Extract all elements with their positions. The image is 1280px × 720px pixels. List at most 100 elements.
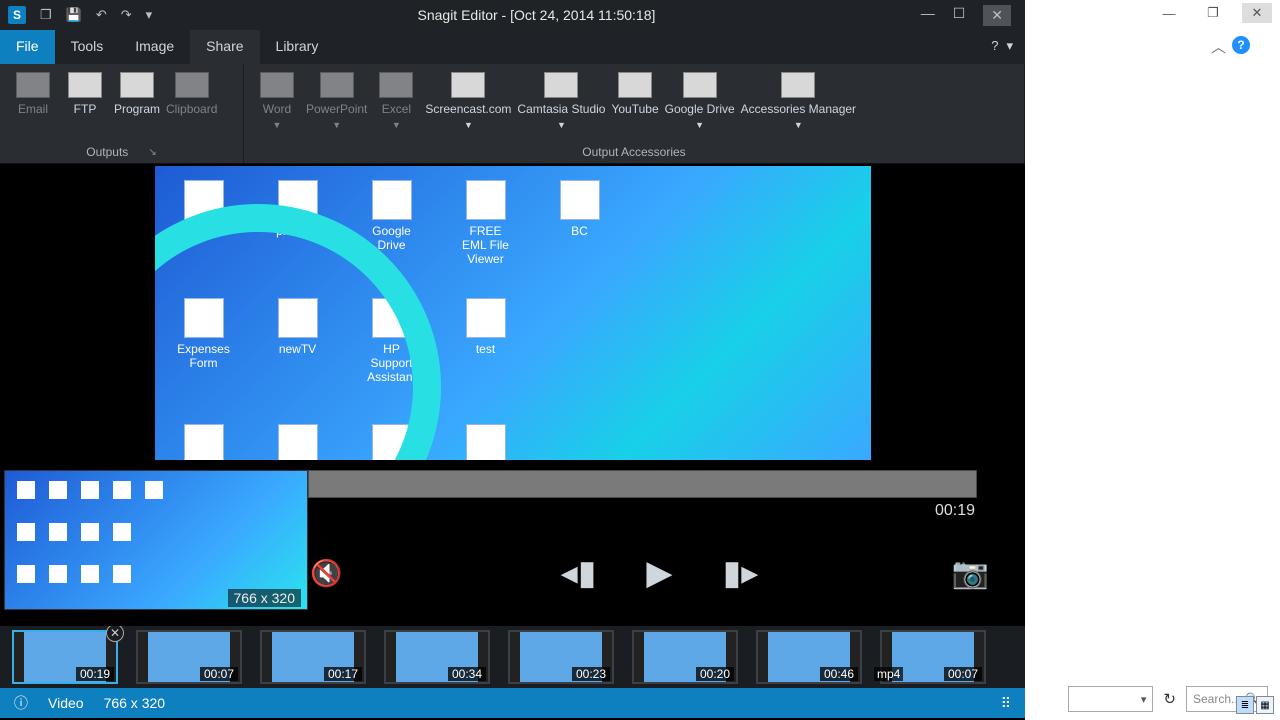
tray-item[interactable]: 00:20 bbox=[632, 630, 738, 684]
qat-undo-icon[interactable]: ↶ bbox=[96, 7, 107, 23]
bg-help-icon[interactable]: ? bbox=[1232, 36, 1250, 54]
bg-collapse-icon[interactable]: ︿ bbox=[1211, 36, 1226, 57]
tray-time: 00:19 bbox=[76, 667, 114, 681]
ribbon-email-button[interactable]: Email bbox=[10, 72, 56, 143]
qat-save-icon[interactable]: 💾 bbox=[66, 7, 82, 23]
bg-maximize-button[interactable]: ❐ bbox=[1198, 3, 1228, 23]
play-button[interactable]: ▶ bbox=[646, 553, 672, 593]
desktop-icon[interactable] bbox=[179, 424, 229, 460]
outputs-dialog-icon[interactable]: ↘ bbox=[148, 147, 156, 158]
tray-time: 00:07 bbox=[200, 667, 238, 681]
acc-icon bbox=[781, 72, 815, 98]
ribbon-program-button[interactable]: Program bbox=[114, 72, 160, 143]
ribbon-label: Email bbox=[18, 102, 48, 116]
ribbon-acc-button[interactable]: Accessories Manager▼ bbox=[741, 72, 856, 143]
desktop-icon[interactable]: picture1 bbox=[273, 180, 323, 266]
tray-item[interactable]: 00:17 bbox=[260, 630, 366, 684]
desktop-icon[interactable] bbox=[461, 424, 511, 460]
file-icon bbox=[372, 180, 412, 220]
desktop-icon[interactable]: BC bbox=[555, 180, 605, 266]
ribbon-group-outputs: Outputs bbox=[86, 145, 128, 159]
step-forward-button[interactable]: ▮▸ bbox=[723, 553, 759, 593]
volume-icon[interactable]: 🔇 bbox=[310, 558, 342, 589]
desktop-icon[interactable]: newTV bbox=[273, 298, 323, 384]
bg-view-grid-icon[interactable]: ▦ bbox=[1256, 696, 1274, 714]
help-dropdown-icon[interactable]: ▾ bbox=[1006, 38, 1013, 56]
cams-icon bbox=[544, 72, 578, 98]
tray-time: 00:23 bbox=[572, 667, 610, 681]
desktop-icon[interactable]: Google Drive bbox=[367, 180, 417, 266]
ribbon-excel-button[interactable]: Excel▼ bbox=[373, 72, 419, 143]
tray-item[interactable]: 00:23 bbox=[508, 630, 614, 684]
file-icon bbox=[184, 424, 224, 460]
ribbon-word-button[interactable]: Word▼ bbox=[254, 72, 300, 143]
seek-bar[interactable] bbox=[308, 470, 977, 498]
icon-label: Google Drive bbox=[367, 224, 417, 252]
tab-file[interactable]: File bbox=[0, 30, 55, 64]
tray-item[interactable]: 00:34 bbox=[384, 630, 490, 684]
video-preview[interactable]: Paint.NET picture1 Google Drive FREE EML Fi… bbox=[155, 166, 871, 460]
file-icon bbox=[184, 298, 224, 338]
tray-item[interactable]: 00:19✕ bbox=[12, 630, 118, 684]
bg-view-list-icon[interactable]: ≣ bbox=[1236, 696, 1254, 714]
ribbon-label: Google Drive bbox=[665, 102, 735, 116]
desktop-icon[interactable]: FREE EML File Viewer bbox=[461, 180, 511, 266]
ribbon-cams-button[interactable]: Camtasia Studio▼ bbox=[517, 72, 605, 143]
ribbon-ppt-button[interactable]: PowerPoint▼ bbox=[306, 72, 367, 143]
ribbon-label: Accessories Manager bbox=[741, 102, 856, 116]
file-icon bbox=[184, 180, 224, 220]
ribbon-yt-button[interactable]: YouTube bbox=[611, 72, 658, 143]
tab-tools[interactable]: Tools bbox=[55, 30, 120, 64]
mini-preview[interactable]: 766 x 320 bbox=[4, 470, 308, 610]
tab-share[interactable]: Share bbox=[190, 30, 259, 64]
icon-label: test bbox=[476, 342, 495, 356]
desktop-icon[interactable]: test bbox=[461, 298, 511, 384]
step-back-button[interactable]: ◂▮ bbox=[561, 553, 597, 593]
tray-item[interactable]: 00:46 bbox=[756, 630, 862, 684]
program-icon bbox=[120, 72, 154, 98]
file-icon bbox=[372, 424, 412, 460]
tab-library[interactable]: Library bbox=[260, 30, 335, 64]
snapshot-button[interactable]: 📷 bbox=[952, 556, 989, 591]
ribbon-label: Program bbox=[114, 102, 160, 116]
file-icon bbox=[560, 180, 600, 220]
ribbon-scast-button[interactable]: Screencast.com▼ bbox=[425, 72, 511, 143]
status-kind: Video bbox=[48, 695, 84, 711]
ribbon-clipboard-button[interactable]: Clipboard bbox=[166, 72, 217, 143]
desktop-icon[interactable] bbox=[367, 424, 417, 460]
tab-image[interactable]: Image bbox=[119, 30, 190, 64]
close-button[interactable]: ✕ bbox=[983, 5, 1011, 26]
bg-minimize-button[interactable]: — bbox=[1154, 3, 1184, 23]
app-logo-icon[interactable]: S bbox=[8, 6, 26, 24]
ribbon-gdrive-button[interactable]: Google Drive▼ bbox=[665, 72, 735, 143]
bg-reload-icon[interactable]: ↻ bbox=[1163, 690, 1176, 708]
resize-grip-icon[interactable]: ⠿ bbox=[1001, 695, 1011, 712]
tray-item[interactable]: 00:07 bbox=[136, 630, 242, 684]
tray-item[interactable]: mp400:07 bbox=[880, 630, 986, 684]
desktop-icon[interactable]: Paint.NET bbox=[179, 180, 229, 266]
canvas-area: Paint.NET picture1 Google Drive FREE EML Fi… bbox=[0, 164, 1025, 466]
info-icon[interactable]: ⓘ bbox=[14, 693, 28, 713]
gdrive-icon bbox=[683, 72, 717, 98]
tray-time: 00:34 bbox=[448, 667, 486, 681]
minimize-button[interactable]: — bbox=[921, 5, 935, 26]
current-time: 00:19 bbox=[935, 502, 975, 520]
bg-close-button[interactable]: ✕ bbox=[1242, 3, 1272, 23]
desktop-icon[interactable]: Expenses Form bbox=[179, 298, 229, 384]
maximize-button[interactable]: ☐ bbox=[953, 5, 966, 26]
icon-label: newTV bbox=[279, 342, 316, 356]
icon-label: FREE EML File Viewer bbox=[461, 224, 511, 266]
bg-filter-dropdown[interactable]: ▾ bbox=[1068, 686, 1153, 712]
word-icon bbox=[260, 72, 294, 98]
desktop-icon[interactable]: HP Support Assistant bbox=[367, 298, 417, 384]
status-bar: ⓘ Video 766 x 320 ⠿ bbox=[0, 688, 1025, 718]
ribbon-ftp-button[interactable]: FTP bbox=[62, 72, 108, 143]
qat-redo-icon[interactable]: ↷ bbox=[121, 7, 132, 23]
tray-close-icon[interactable]: ✕ bbox=[106, 626, 124, 642]
player-bar: 766 x 320 00:19 🔇 ◂▮ ▶ ▮▸ 📷 bbox=[0, 466, 1025, 626]
desktop-icon[interactable] bbox=[273, 424, 323, 460]
help-icon[interactable]: ? bbox=[991, 38, 998, 56]
qat-windows-icon[interactable]: ❐ bbox=[40, 7, 52, 23]
excel-icon bbox=[379, 72, 413, 98]
ribbon-label: Screencast.com bbox=[425, 102, 511, 116]
